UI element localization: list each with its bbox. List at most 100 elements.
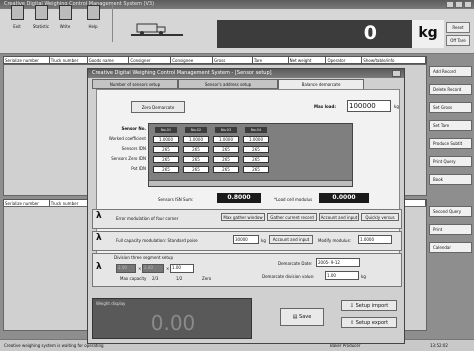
print-query-button[interactable]: Print Query [429,156,472,167]
frac-label: Zero [202,276,212,281]
row-label-idn: Sensors IDN [121,146,146,151]
zero-demarcate-button[interactable]: Zero Demarcate [131,101,185,113]
max-load-label: Max load: [314,104,336,109]
pot-idn-cell[interactable]: 265 [213,166,239,173]
door-icon [10,5,24,20]
zero-idn-cell[interactable]: 265 [153,156,179,163]
division-value-3[interactable]: 1.00 [170,264,194,273]
write-button[interactable]: Write [54,5,76,39]
row-label-pot-idn: Pot IDN [131,166,146,171]
coef-cell[interactable]: 1.0000 [213,136,239,143]
col-consigner[interactable]: Consigner [129,57,172,63]
save-button[interactable]: ▤ Save [280,308,324,326]
dialog-close-button[interactable] [392,70,401,77]
set-gross-button[interactable]: Set Gross [429,102,472,113]
col-net[interactable]: Net weight [289,57,327,63]
standard-poise-input[interactable]: 30000 [233,235,259,244]
delete-record-button[interactable]: Delete Record [429,84,472,95]
pot-idn-cell[interactable]: 265 [153,166,179,173]
division-value-2[interactable]: 2.00 [142,264,164,273]
statistic-button[interactable]: Statistic [30,5,52,39]
calendar-button[interactable]: Calendar [429,242,472,253]
division-value-1[interactable]: 2.00 [116,264,136,273]
sensor-header: No.03 [215,127,237,133]
max-gather-window-button[interactable]: Max gather window [221,213,265,221]
coef-cell[interactable]: 1.0000 [153,136,179,143]
sensor-header: No.01 [155,127,177,133]
sensor-header: No.02 [185,127,207,133]
frac-label: 1/2 [176,276,183,281]
col-gross[interactable]: Gross [213,57,253,63]
lambda-icon: λ [96,233,102,243]
help-button[interactable]: Help [82,5,104,39]
toolbar-divider [112,4,113,42]
coef-cell[interactable]: 1.0000 [183,136,209,143]
weight-display-label: Weight display [96,301,126,306]
produce-subtit-button[interactable]: Produce Subtit [429,138,472,149]
col-goods[interactable]: Goods name [88,57,130,63]
weight-display: Weight display 0.00 [92,298,252,339]
top-grid-header: Serialize number Truck number Goods name… [3,56,427,64]
division-value-select[interactable]: 1.00 [325,271,359,280]
tab-balance-demarcate[interactable]: Balance demarcate [278,79,364,89]
setup-import-button[interactable]: ⇩ Setup import [341,300,397,311]
error-modulation-label: Error modulation of four corner [116,216,179,221]
max-load-unit: kg [394,104,399,109]
max-load-input[interactable]: 100000 [347,100,391,112]
add-record-button[interactable]: Add Record [429,66,472,77]
second-query-button[interactable]: Second Query [429,206,472,217]
idn-cell[interactable]: 265 [183,146,209,153]
maximize-button[interactable] [455,1,463,8]
truck-scale-icon [131,20,183,36]
idn-cell[interactable]: 265 [213,146,239,153]
set-tare-button[interactable]: Set Tare [429,120,472,131]
demarcate-date-input[interactable]: 2005- 9-12 [316,258,360,267]
off-tare-button[interactable]: Off Tare [446,35,470,46]
pot-idn-cell[interactable]: 265 [243,166,269,173]
load-cell-value: 0.0000 [319,193,369,203]
modify-modulus-input[interactable]: 1.0000 [358,235,392,244]
account-input-button[interactable]: Account and input [319,213,359,221]
zero-idn-cell[interactable]: 265 [213,156,239,163]
tab-sensor-address[interactable]: Sensor's address setup [178,79,278,89]
lambda-icon: λ [96,262,102,272]
account-and-input-button[interactable]: Account and input [269,235,313,244]
print-button[interactable]: Print [429,224,472,235]
sensor-grid-scrollbar[interactable] [149,180,352,186]
sensor-setup-dialog: Creative Digital Weighing Control Manage… [87,68,405,344]
coef-cell[interactable]: 1.0000 [243,136,269,143]
lambda-icon: λ [96,211,102,221]
setup-export-button[interactable]: ⇧ Setup export [341,317,397,328]
col-truck[interactable]: Truck number [50,57,88,63]
idn-cell[interactable]: 265 [153,146,179,153]
division-value-label: Demarcate division value: [262,274,315,279]
zero-idn-cell[interactable]: 265 [183,156,209,163]
zero-idn-cell[interactable]: 265 [243,156,269,163]
tab-number-of-sensors[interactable]: Number of sensors setup [92,79,178,89]
col-consignee[interactable]: Consignee [171,57,213,63]
sensor-header: No.04 [245,127,267,133]
modify-modulus-label: Modify modulus: [318,238,352,243]
col-show[interactable]: Show/table/info [362,57,426,63]
isn-sum-label: Sensors ISN Sum: [158,197,194,202]
quickly-versus-button[interactable]: Quickly versus [361,213,399,221]
book-button[interactable]: Book [429,174,472,185]
max-capacity-label: Max capacity [120,276,147,281]
minimize-button[interactable] [446,1,454,8]
exit-button[interactable]: Exit [6,5,28,39]
reset-button[interactable]: Reset [446,22,470,33]
chart-icon [34,5,48,20]
frac-label: 2/3 [152,276,159,281]
standard-poise-unit: kg [261,238,266,243]
col-operator[interactable]: Operator [326,57,363,63]
col-tare[interactable]: Tare [253,57,289,63]
pot-idn-cell[interactable]: 265 [183,166,209,173]
gather-current-record-button[interactable]: Gather current record [267,213,317,221]
load-cell-label: *Load cell modulus [274,197,313,202]
division-separator: × [138,266,142,271]
dialog-tabs: Number of sensors setup Sensor's address… [88,79,404,89]
close-button[interactable] [464,1,472,8]
col-serial[interactable]: Serialize number [4,57,50,63]
idn-cell[interactable]: 265 [243,146,269,153]
demarcate-date-label: Demarcate Date: [278,261,313,266]
